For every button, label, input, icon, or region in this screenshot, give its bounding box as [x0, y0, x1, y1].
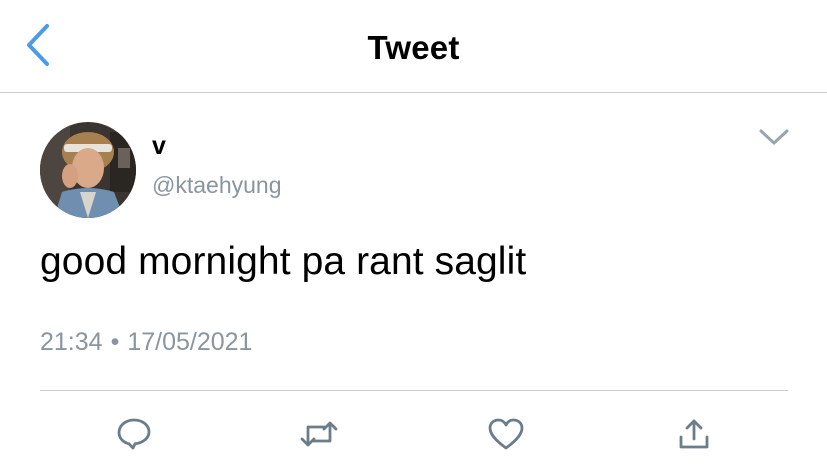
navigation-header: Tweet	[0, 0, 827, 93]
tweet-time: 21:34	[40, 328, 103, 356]
page-title: Tweet	[367, 29, 460, 66]
share-button[interactable]	[674, 414, 714, 454]
tweet-timestamp: 21:34 • 17/05/2021	[40, 328, 252, 357]
retweet-button[interactable]	[299, 414, 339, 454]
divider	[40, 390, 788, 391]
chevron-down-icon	[758, 128, 790, 151]
tweet-screen: Tweet v @ktaehyung good mornight pa rant…	[0, 0, 827, 465]
tweet-date: 17/05/2021	[127, 328, 253, 356]
profile-photo	[40, 122, 136, 218]
reply-button[interactable]	[114, 414, 154, 454]
retweet-icon	[299, 419, 339, 449]
author-handle[interactable]: @ktaehyung	[152, 172, 282, 199]
heart-icon	[487, 417, 525, 451]
tweet-menu-button[interactable]	[752, 122, 796, 156]
reply-icon	[116, 417, 152, 451]
avatar[interactable]	[40, 122, 136, 218]
like-button[interactable]	[486, 414, 526, 454]
author-name[interactable]: v	[152, 132, 166, 161]
meta-separator: •	[110, 328, 120, 356]
tweet-text: good mornight pa rant saglit	[40, 240, 527, 283]
share-icon	[677, 417, 711, 451]
